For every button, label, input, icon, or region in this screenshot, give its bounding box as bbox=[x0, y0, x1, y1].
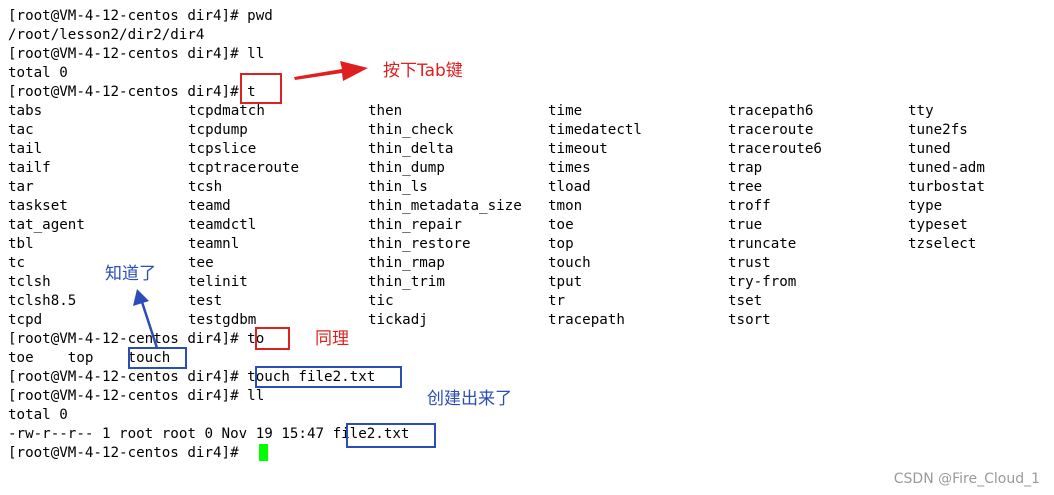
csdn-watermark: CSDN @Fire_Cloud_1 bbox=[893, 471, 1040, 487]
annotation-know-it: 知道了 bbox=[105, 264, 156, 284]
blue-arrow-shaft-icon bbox=[140, 301, 159, 349]
annotation-created: 创建出来了 bbox=[427, 389, 512, 409]
red-arrow-icon bbox=[294, 61, 368, 81]
annotation-arrows bbox=[133, 61, 368, 349]
blue-arrow-head-icon bbox=[133, 289, 149, 306]
annotation-press-tab: 按下Tab键 bbox=[383, 61, 463, 81]
annotation-same-idea: 同理 bbox=[315, 329, 349, 349]
